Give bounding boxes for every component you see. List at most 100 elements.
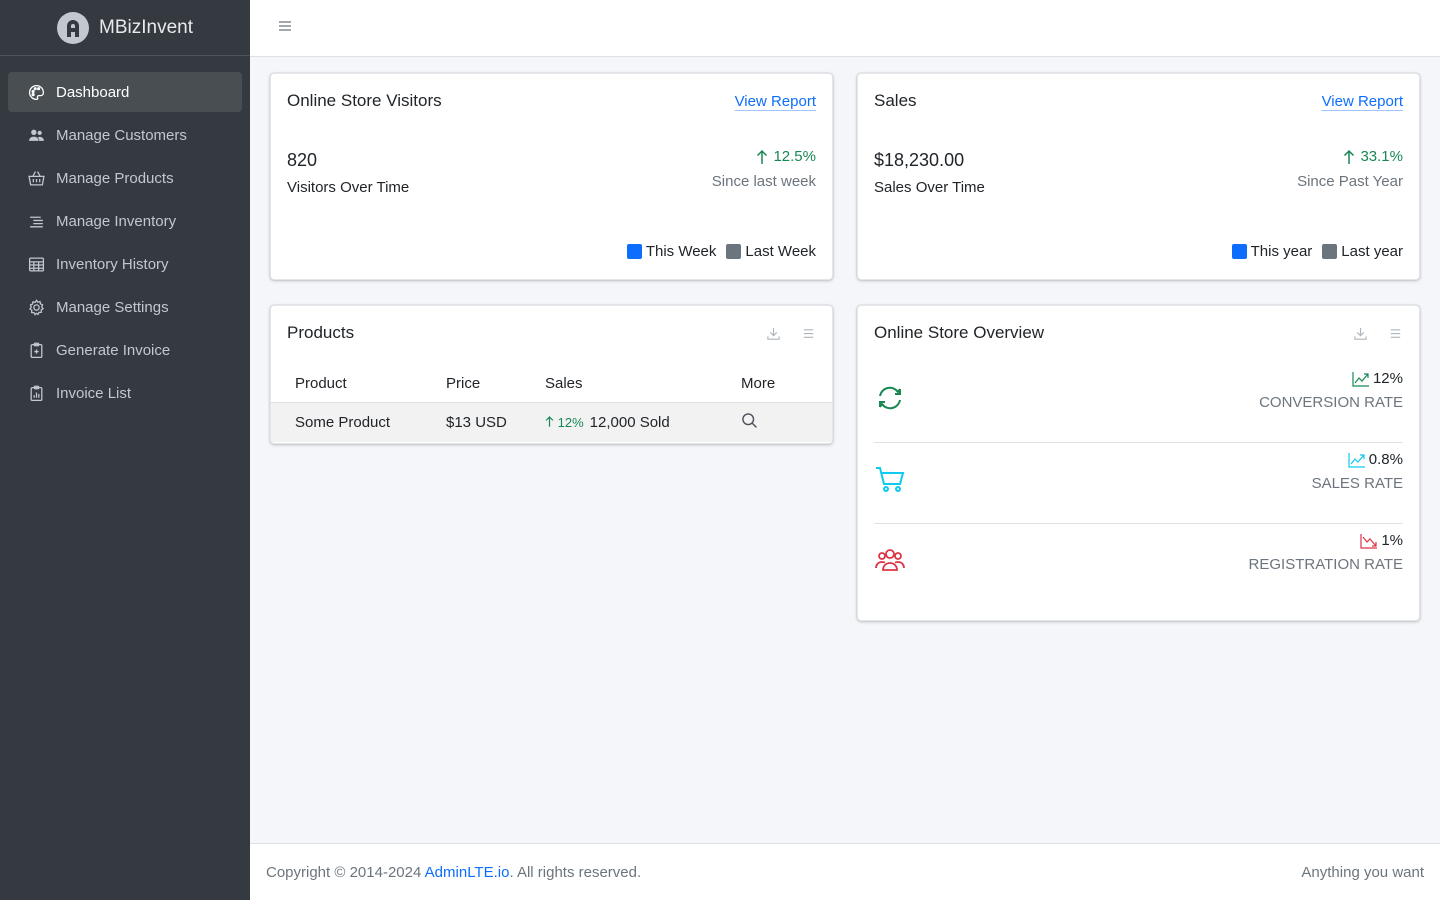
sidebar-item-manage-products[interactable]: Manage Products: [8, 158, 242, 198]
visitors-change-value: 12.5%: [773, 148, 816, 165]
arrow-up-icon: [545, 415, 554, 427]
column-header: Price: [438, 366, 537, 403]
sales-card: Sales View Report $18,230.00 Sales Over …: [857, 73, 1420, 280]
menu-list-icon[interactable]: [1388, 326, 1403, 341]
visitors-count: 820: [287, 150, 318, 170]
cart-icon: [874, 463, 906, 495]
sidebar-item-label: Generate Invoice: [56, 341, 171, 359]
store-overview-card: Online Store Overview 12% CONVERSION RAT…: [857, 305, 1420, 621]
legend-label: This Week: [645, 243, 717, 260]
table-icon: [27, 255, 45, 273]
table-header-row: Product Price Sales More: [271, 366, 832, 403]
legend-swatch-last-week: [726, 244, 742, 259]
overview-row-conversion: 12% CONVERSION RATE: [874, 362, 1403, 443]
rights-text: . All rights reserved.: [509, 863, 642, 881]
sales-since: Since Past Year: [1297, 173, 1403, 190]
column-header: More: [733, 366, 832, 403]
card-title: Online Store Visitors: [287, 91, 442, 110]
sidebar-item-manage-customers[interactable]: Manage Customers: [8, 115, 242, 155]
menu-toggle-icon[interactable]: [278, 19, 292, 37]
registration-rate-value: 1%: [1360, 532, 1403, 549]
legend-swatch-this-year: [1231, 244, 1247, 259]
products-table: Product Price Sales More Some Product $1…: [271, 366, 832, 442]
products-card: Products Product Price Sales More Some P…: [270, 305, 833, 444]
sold-count: 12,000 Sold: [589, 413, 670, 431]
legend-label: This year: [1250, 243, 1313, 260]
footer-copyright: Copyright © 2014-2024 AdminLTE.io. All r…: [266, 864, 641, 881]
sidebar-item-manage-settings[interactable]: Manage Settings: [8, 287, 242, 327]
legend-label: Last year: [1341, 243, 1403, 260]
legend-swatch-this-week: [626, 244, 642, 259]
gear-icon: [27, 298, 45, 316]
conversion-rate-number: 12%: [1372, 370, 1403, 387]
sidebar-item-label: Inventory History: [56, 255, 169, 273]
visitors-label: Visitors Over Time: [287, 179, 410, 196]
clipboard-plus-icon: [27, 341, 45, 359]
column-header: Product: [271, 366, 438, 403]
sidebar-nav: Dashboard Manage Customers Manage Produc…: [0, 56, 250, 413]
product-name: Some Product: [271, 402, 438, 442]
visitors-card: Online Store Visitors View Report 820 Vi…: [270, 73, 833, 280]
column-header: Sales: [537, 366, 733, 403]
people-icon: [27, 126, 45, 144]
download-icon[interactable]: [1353, 326, 1368, 341]
brand-logo-icon: [57, 11, 89, 44]
text-indent-icon: [27, 212, 45, 230]
sidebar-item-dashboard[interactable]: Dashboard: [8, 72, 242, 112]
card-tools: [766, 326, 816, 341]
sales-rate-label: SALES RATE: [1311, 475, 1403, 492]
product-price: $13 USD: [438, 402, 537, 442]
more-cell: [733, 402, 832, 442]
download-icon[interactable]: [766, 326, 781, 341]
sales-change: 12%: [545, 415, 584, 430]
sales-change-value: 12%: [557, 414, 584, 430]
view-report-link[interactable]: View Report: [735, 93, 816, 110]
product-sales: 12% 12,000 Sold: [537, 402, 733, 442]
visitors-legend: This Week Last Week: [626, 243, 816, 260]
top-navbar: [250, 0, 1440, 57]
registration-rate-label: REGISTRATION RATE: [1248, 556, 1403, 573]
brand-name: MBizInvent: [99, 16, 193, 38]
card-tools: [1353, 326, 1403, 341]
sidebar-item-label: Dashboard: [56, 83, 130, 101]
graph-up-icon: [1348, 452, 1365, 468]
sidebar-item-generate-invoice[interactable]: Generate Invoice: [8, 330, 242, 370]
legend-label: Last Week: [745, 243, 816, 260]
people-group-icon: [874, 544, 906, 576]
card-title: Sales: [874, 91, 917, 110]
brand[interactable]: MBizInvent: [0, 0, 250, 56]
conversion-rate-value: 12%: [1352, 370, 1403, 387]
visitors-since: Since last week: [711, 173, 816, 190]
sales-legend: This year Last year: [1231, 243, 1403, 260]
view-report-link[interactable]: View Report: [1322, 93, 1403, 110]
overview-row-sales: 0.8% SALES RATE: [874, 443, 1403, 524]
conversion-rate-label: CONVERSION RATE: [1259, 394, 1403, 411]
menu-list-icon[interactable]: [801, 326, 816, 341]
sidebar-item-inventory-history[interactable]: Inventory History: [8, 244, 242, 284]
sales-change-value: 33.1%: [1360, 148, 1403, 165]
arrow-up-icon: [1344, 149, 1355, 164]
registration-rate-number: 1%: [1381, 532, 1403, 549]
graph-up-icon: [1352, 371, 1369, 387]
overview-row-registration: 1% REGISTRATION RATE: [874, 524, 1403, 605]
refresh-arrows-icon: [874, 382, 906, 414]
sidebar-item-label: Invoice List: [56, 384, 132, 402]
footer: Copyright © 2014-2024 AdminLTE.io. All r…: [250, 843, 1440, 900]
palette-icon: [27, 83, 45, 101]
clipboard-data-icon: [27, 384, 45, 402]
sidebar: MBizInvent Dashboard Manage Customers Ma…: [0, 0, 250, 900]
visitors-change: 12.5%: [756, 148, 816, 165]
graph-down-icon: [1360, 533, 1378, 549]
sidebar-item-invoice-list[interactable]: Invoice List: [8, 373, 242, 413]
sidebar-item-label: Manage Customers: [56, 126, 187, 144]
sales-rate-number: 0.8%: [1368, 451, 1403, 468]
sales-total: $18,230.00: [874, 150, 965, 170]
legend-swatch-last-year: [1322, 244, 1338, 259]
search-icon[interactable]: [741, 412, 758, 429]
copyright-text: Copyright © 2014-2024: [266, 863, 422, 881]
footer-link[interactable]: AdminLTE.io: [425, 864, 510, 881]
sidebar-item-manage-inventory[interactable]: Manage Inventory: [8, 201, 242, 241]
sidebar-item-label: Manage Settings: [56, 298, 169, 316]
table-row: Some Product $13 USD 12% 12,000 Sold: [271, 402, 832, 442]
card-title: Products: [287, 323, 355, 342]
